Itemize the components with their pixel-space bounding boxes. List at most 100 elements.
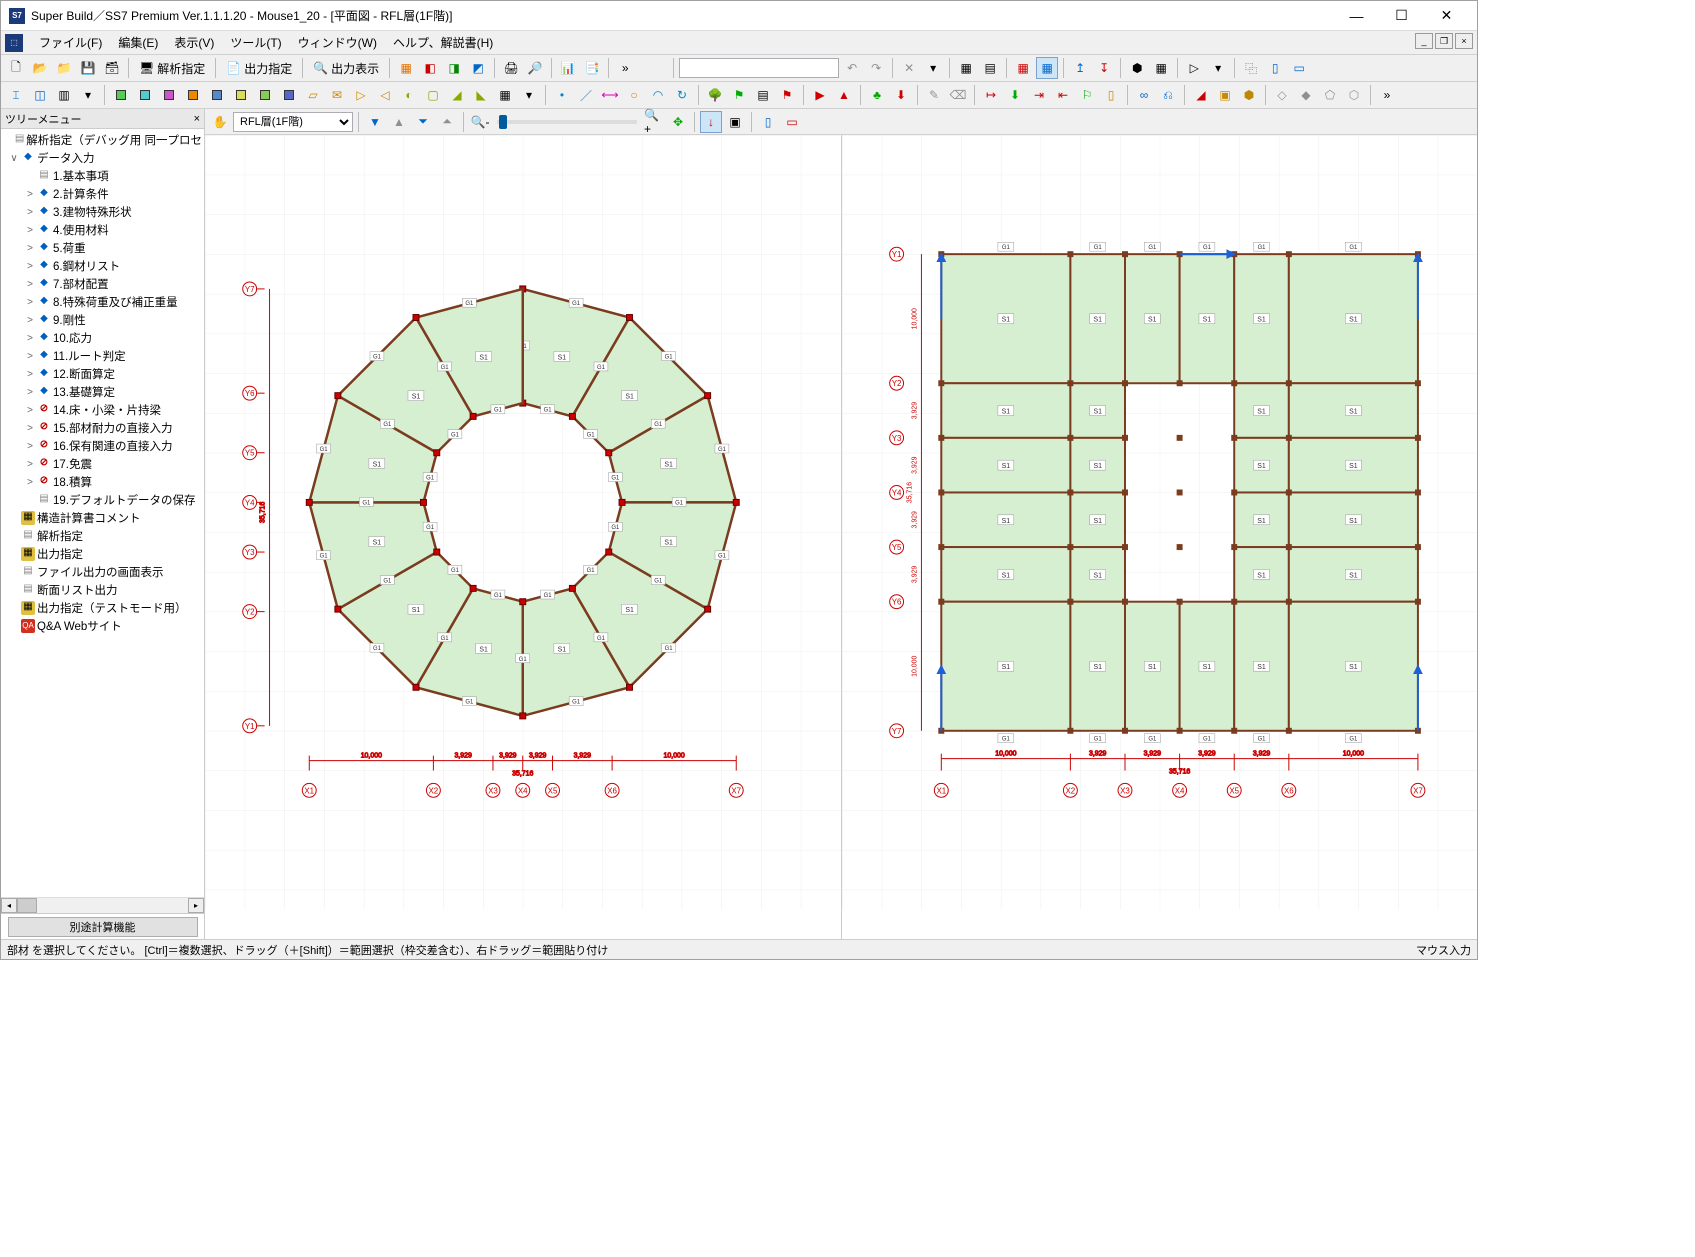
sq-blue2-icon[interactable] bbox=[278, 84, 300, 106]
dropdown2-icon[interactable]: ▾ bbox=[1207, 57, 1229, 79]
output-show-button[interactable]: 🔍出力表示 bbox=[308, 57, 384, 79]
tree-item[interactable]: >◆8.特殊荷重及び補正重量 bbox=[1, 293, 204, 311]
app-menu-icon[interactable]: ⬚ bbox=[5, 34, 23, 52]
dim-r6-icon[interactable]: ▯ bbox=[1100, 84, 1122, 106]
mdi-close[interactable]: × bbox=[1455, 33, 1473, 49]
dim-r4-icon[interactable]: ⇤ bbox=[1052, 84, 1074, 106]
mdi-minimize[interactable]: _ bbox=[1415, 33, 1433, 49]
misc4-icon[interactable]: ⬡ bbox=[1343, 84, 1365, 106]
redo-icon[interactable]: ↷ bbox=[865, 57, 887, 79]
arrow-up-icon[interactable]: ↥ bbox=[1069, 57, 1091, 79]
flag1-icon[interactable]: ⚑ bbox=[728, 84, 750, 106]
pt-icon[interactable]: • bbox=[551, 84, 573, 106]
sidebar-hscroll[interactable]: ◂▸ bbox=[1, 897, 204, 913]
nav-down-icon[interactable]: ▼ bbox=[364, 111, 386, 133]
tree-item[interactable]: ▤ファイル出力の画面表示 bbox=[1, 563, 204, 581]
split-h-icon[interactable]: ▯ bbox=[757, 111, 779, 133]
copy-icon[interactable]: ⿻ bbox=[1240, 57, 1262, 79]
tree-item[interactable]: >⊘17.免震 bbox=[1, 455, 204, 473]
tree-view[interactable]: ▤解析指定（デバッグ用 同一プロセ∨◆データ入力▤1.基本事項>◆2.計算条件>… bbox=[1, 129, 204, 897]
flag2-icon[interactable]: ▤ bbox=[752, 84, 774, 106]
link-icon[interactable]: ∞ bbox=[1133, 84, 1155, 106]
nav-down2-icon[interactable]: ⏷ bbox=[412, 111, 434, 133]
flagr-icon[interactable]: ⚑ bbox=[776, 84, 798, 106]
shape8-icon[interactable]: ◣ bbox=[470, 84, 492, 106]
cube2-icon[interactable]: ◨ bbox=[443, 57, 465, 79]
print-icon[interactable]: 🖨 bbox=[500, 57, 522, 79]
win-cascade-icon[interactable]: ▤ bbox=[979, 57, 1001, 79]
misc2-icon[interactable]: ◆ bbox=[1295, 84, 1317, 106]
shape2-icon[interactable]: ✉ bbox=[326, 84, 348, 106]
shape3-icon[interactable]: ▷ bbox=[350, 84, 372, 106]
tree-item[interactable]: >◆3.建物特殊形状 bbox=[1, 203, 204, 221]
zoom-in-icon[interactable]: 🔍+ bbox=[643, 111, 665, 133]
minimize-button[interactable]: — bbox=[1334, 1, 1379, 30]
more1-icon[interactable]: » bbox=[614, 57, 636, 79]
layer-combo[interactable]: RFL層(1F階) bbox=[233, 112, 353, 132]
grid3-icon[interactable]: ▦ bbox=[494, 84, 516, 106]
shape4-icon[interactable]: ◁ bbox=[374, 84, 396, 106]
dim-icon[interactable]: ⟷ bbox=[599, 84, 621, 106]
dim-r5-icon[interactable]: ⚐ bbox=[1076, 84, 1098, 106]
arrow-down-icon[interactable]: ↧ bbox=[1093, 57, 1115, 79]
tree-item[interactable]: >◆4.使用材料 bbox=[1, 221, 204, 239]
cursor-icon[interactable]: ▷ bbox=[1183, 57, 1205, 79]
tri-icon[interactable]: ◢ bbox=[1190, 84, 1212, 106]
rot-icon[interactable]: ↻ bbox=[671, 84, 693, 106]
load-icon[interactable]: ⬇ bbox=[890, 84, 912, 106]
tree-item[interactable]: >⊘14.床・小梁・片持梁 bbox=[1, 401, 204, 419]
nav-up2-icon[interactable]: ⏶ bbox=[436, 111, 458, 133]
table-icon[interactable]: ▦ bbox=[1150, 57, 1172, 79]
saveas-icon[interactable]: 🗃 bbox=[101, 57, 123, 79]
slab-icon[interactable]: ▥ bbox=[53, 84, 75, 106]
menu-help[interactable]: ヘルプ、解説書(H) bbox=[385, 30, 501, 55]
link2-icon[interactable]: ⎌ bbox=[1157, 84, 1179, 106]
brace-r-icon[interactable]: ▶ bbox=[809, 84, 831, 106]
sidebar-close-icon[interactable]: × bbox=[194, 113, 200, 125]
tree-item[interactable]: ▤1.基本事項 bbox=[1, 167, 204, 185]
zoom-out-icon[interactable]: 🔍- bbox=[469, 111, 491, 133]
shape7-icon[interactable]: ◢ bbox=[446, 84, 468, 106]
open2-icon[interactable]: 📁 bbox=[53, 57, 75, 79]
tree-item[interactable]: ▤解析指定 bbox=[1, 527, 204, 545]
plan-canvas-left[interactable]: S1G1G1G1S1G1G1G1S1G1G1G1S1G1G1G1S1G1G1G1… bbox=[205, 135, 842, 939]
dim-r2-icon[interactable]: ⬇ bbox=[1004, 84, 1026, 106]
tree-item[interactable]: >◆11.ルート判定 bbox=[1, 347, 204, 365]
box3d-icon[interactable]: ⬢ bbox=[1238, 84, 1260, 106]
grid2-icon[interactable]: ▦ bbox=[1036, 57, 1058, 79]
plan-canvas-right[interactable]: S1S1S1S1S1S1S1S1S1S1S1S1S1S1S1S1S1S1S1S1… bbox=[842, 135, 1478, 939]
save-icon[interactable]: 💾 bbox=[77, 57, 99, 79]
tree-item[interactable]: ▦出力指定（テストモード用） bbox=[1, 599, 204, 617]
brush-icon[interactable]: ✎ bbox=[923, 84, 945, 106]
tree-item[interactable]: >◆9.剛性 bbox=[1, 311, 204, 329]
plant-icon[interactable]: ♣ bbox=[866, 84, 888, 106]
arc-icon[interactable]: ◠ bbox=[647, 84, 669, 106]
win-tile-icon[interactable]: ▦ bbox=[955, 57, 977, 79]
layers-icon[interactable]: ▦ bbox=[395, 57, 417, 79]
output-spec-button[interactable]: 📄出力指定 bbox=[221, 57, 297, 79]
line-icon[interactable]: ／ bbox=[575, 84, 597, 106]
shape6-icon[interactable]: ▢ bbox=[422, 84, 444, 106]
sq-green-icon[interactable] bbox=[110, 84, 132, 106]
new-icon[interactable]: 🗋 bbox=[5, 57, 27, 79]
close-button[interactable]: ✕ bbox=[1424, 1, 1469, 30]
tree-item[interactable]: >◆13.基礎算定 bbox=[1, 383, 204, 401]
tree-item[interactable]: >◆6.鋼材リスト bbox=[1, 257, 204, 275]
cube1-icon[interactable]: ◧ bbox=[419, 57, 441, 79]
split-v-icon[interactable]: ▭ bbox=[781, 111, 803, 133]
sq-orange-icon[interactable] bbox=[182, 84, 204, 106]
pin-icon[interactable]: ↓ bbox=[700, 111, 722, 133]
tree-item[interactable]: ∨◆データ入力 bbox=[1, 149, 204, 167]
dropdown1-icon[interactable]: ▾ bbox=[922, 57, 944, 79]
more2-icon[interactable]: » bbox=[1376, 84, 1398, 106]
mdi-restore[interactable]: ❐ bbox=[1435, 33, 1453, 49]
analysis-spec-button[interactable]: 🖥解析指定 bbox=[134, 57, 210, 79]
tree-icon[interactable]: 🌳 bbox=[704, 84, 726, 106]
tree-item[interactable]: >◆12.断面算定 bbox=[1, 365, 204, 383]
3d-cube-icon[interactable]: ⬢ bbox=[1126, 57, 1148, 79]
hand-icon[interactable]: ✋ bbox=[209, 111, 231, 133]
search-input[interactable] bbox=[679, 58, 839, 78]
sheet-icon[interactable]: 📑 bbox=[581, 57, 603, 79]
sq-yellow-icon[interactable] bbox=[230, 84, 252, 106]
tree-item[interactable]: ▤解析指定（デバッグ用 同一プロセ bbox=[1, 131, 204, 149]
